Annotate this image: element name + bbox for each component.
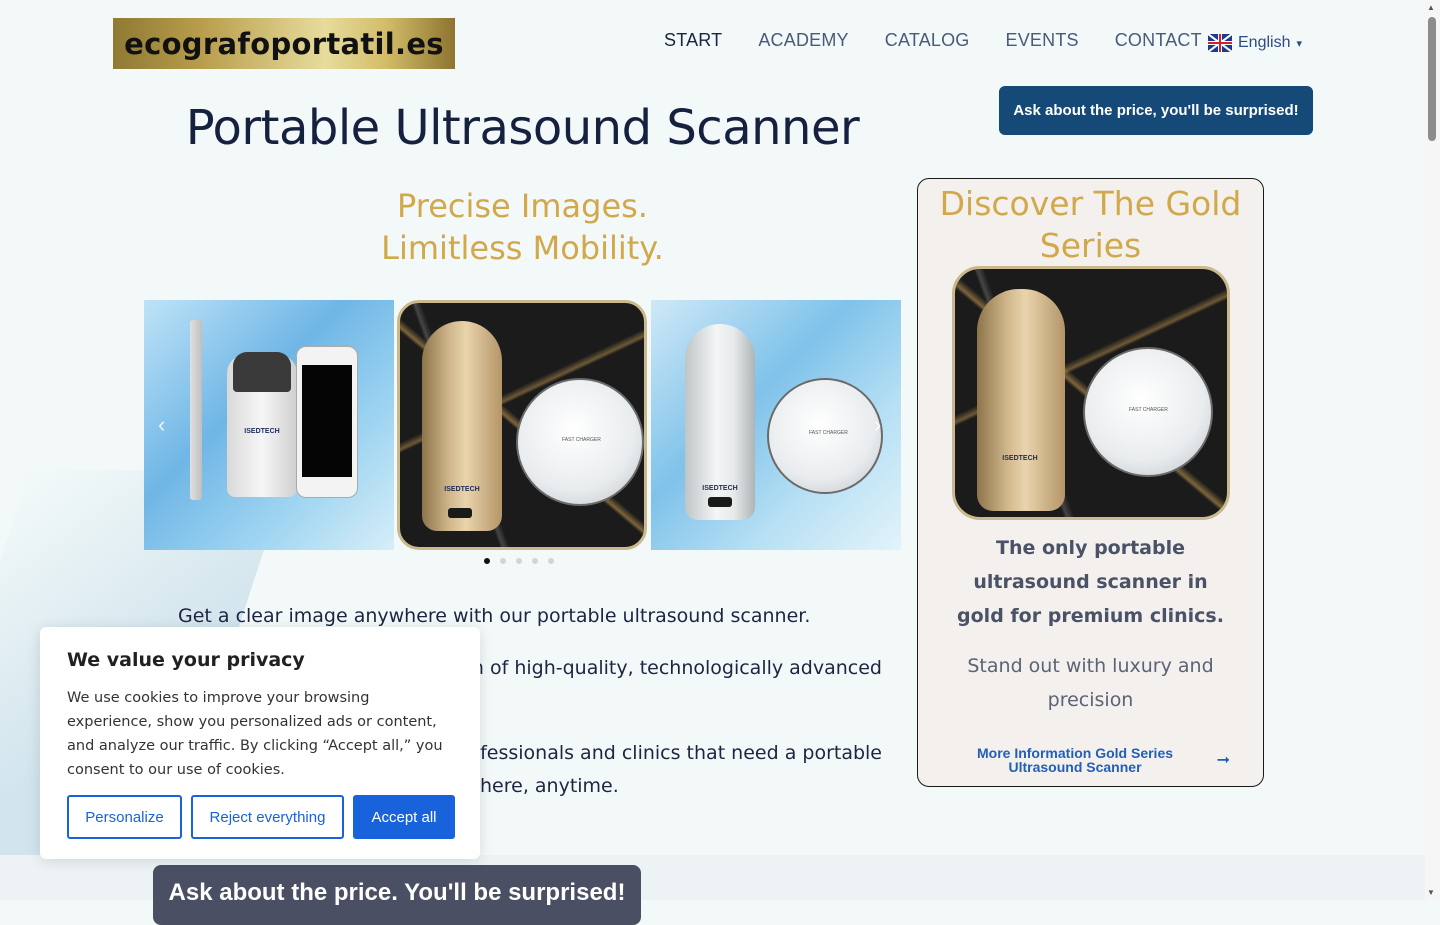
- nav-events[interactable]: EVENTS: [1006, 30, 1079, 51]
- arrow-right-icon: ➞: [1216, 752, 1230, 769]
- personalize-button[interactable]: Personalize: [67, 795, 182, 839]
- carousel-dot-5[interactable]: [548, 558, 554, 564]
- gold-scanner-image: [422, 321, 502, 531]
- carousel-pagination: [484, 558, 554, 564]
- gold-series-card: Discover The Gold Series ISEDTECH FAST C…: [917, 178, 1264, 787]
- scanner-head: [233, 352, 291, 392]
- product-carousel[interactable]: ISEDTECH ISEDTECH FAST CHARGER ISEDTECH …: [144, 300, 901, 550]
- page-scrollbar[interactable]: ▲ ▼: [1425, 0, 1440, 900]
- pen-image: [190, 320, 202, 500]
- brand-label: ISEDTECH: [702, 485, 738, 492]
- charger-label: FAST CHARGER: [809, 430, 848, 436]
- nav-contact[interactable]: CONTACT: [1115, 30, 1202, 51]
- language-label: English: [1238, 34, 1291, 51]
- main-nav: START ACADEMY CATALOG EVENTS CONTACT: [664, 30, 1202, 51]
- scroll-down-icon[interactable]: ▼: [1427, 888, 1435, 897]
- nav-academy[interactable]: ACADEMY: [758, 30, 848, 51]
- cookie-banner-title: We value your privacy: [67, 649, 305, 671]
- scanner-screen: [448, 508, 472, 518]
- gold-link-label: More Information Gold Series Ultrasound …: [976, 745, 1174, 775]
- carousel-dot-2[interactable]: [500, 558, 506, 564]
- charger-label: FAST CHARGER: [1129, 407, 1168, 413]
- gold-scanner-image: [977, 289, 1065, 511]
- cookie-consent-banner: We value your privacy We use cookies to …: [40, 627, 480, 859]
- scrollbar-thumb[interactable]: [1428, 17, 1436, 141]
- carousel-dot-3[interactable]: [516, 558, 522, 564]
- language-selector[interactable]: English ▾: [1208, 34, 1302, 52]
- chevron-down-icon: ▾: [1296, 37, 1303, 50]
- gold-card-image: ISEDTECH FAST CHARGER: [952, 266, 1230, 520]
- gold-series-more-info-link[interactable]: More Information Gold Series Ultrasound …: [970, 746, 1230, 774]
- tagline-line-1: Precise Images.: [397, 187, 648, 225]
- page-title: Portable Ultrasound Scanner: [185, 100, 860, 156]
- charger-image: [767, 378, 883, 494]
- carousel-slide-1[interactable]: ISEDTECH: [144, 300, 394, 550]
- charger-label: FAST CHARGER: [562, 437, 601, 443]
- cookie-banner-actions: Personalize Reject everything Accept all: [67, 795, 455, 839]
- brand-label: ISEDTECH: [244, 428, 280, 435]
- ask-price-button[interactable]: Ask about the price, you'll be surprised…: [999, 86, 1313, 135]
- nav-catalog[interactable]: CATALOG: [885, 30, 970, 51]
- gold-card-title: Discover The Gold Series: [939, 184, 1242, 265]
- carousel-dot-1[interactable]: [484, 558, 490, 564]
- phone-image: [296, 346, 358, 498]
- ask-price-bottom-button[interactable]: Ask about the price. You'll be surprised…: [153, 865, 641, 925]
- cookie-banner-text: We use cookies to improve your browsing …: [67, 690, 443, 778]
- scanner-screen: [708, 497, 732, 507]
- reject-all-button[interactable]: Reject everything: [191, 795, 344, 839]
- gold-card-description: The only portable ultrasound scanner in …: [957, 537, 1224, 627]
- site-logo[interactable]: ecografoportatil.es: [113, 18, 455, 69]
- scroll-up-icon[interactable]: ▲: [1427, 3, 1435, 12]
- hero-tagline: Precise Images. Limitless Mobility.: [300, 185, 745, 269]
- accept-all-button[interactable]: Accept all: [353, 795, 455, 839]
- brand-label: ISEDTECH: [1002, 455, 1038, 462]
- tagline-line-2: Limitless Mobility.: [381, 229, 664, 267]
- carousel-prev-icon[interactable]: ‹: [158, 412, 165, 438]
- carousel-dot-4[interactable]: [532, 558, 538, 564]
- carousel-slide-3[interactable]: ISEDTECH FAST CHARGER: [651, 300, 901, 550]
- gold-card-subtitle: Stand out with luxury and precision: [967, 655, 1214, 711]
- carousel-next-icon[interactable]: ›: [874, 412, 881, 438]
- brand-label: ISEDTECH: [444, 486, 480, 493]
- nav-start[interactable]: START: [664, 30, 722, 51]
- carousel-slide-2[interactable]: ISEDTECH FAST CHARGER: [397, 300, 647, 550]
- uk-flag-icon: [1208, 34, 1232, 52]
